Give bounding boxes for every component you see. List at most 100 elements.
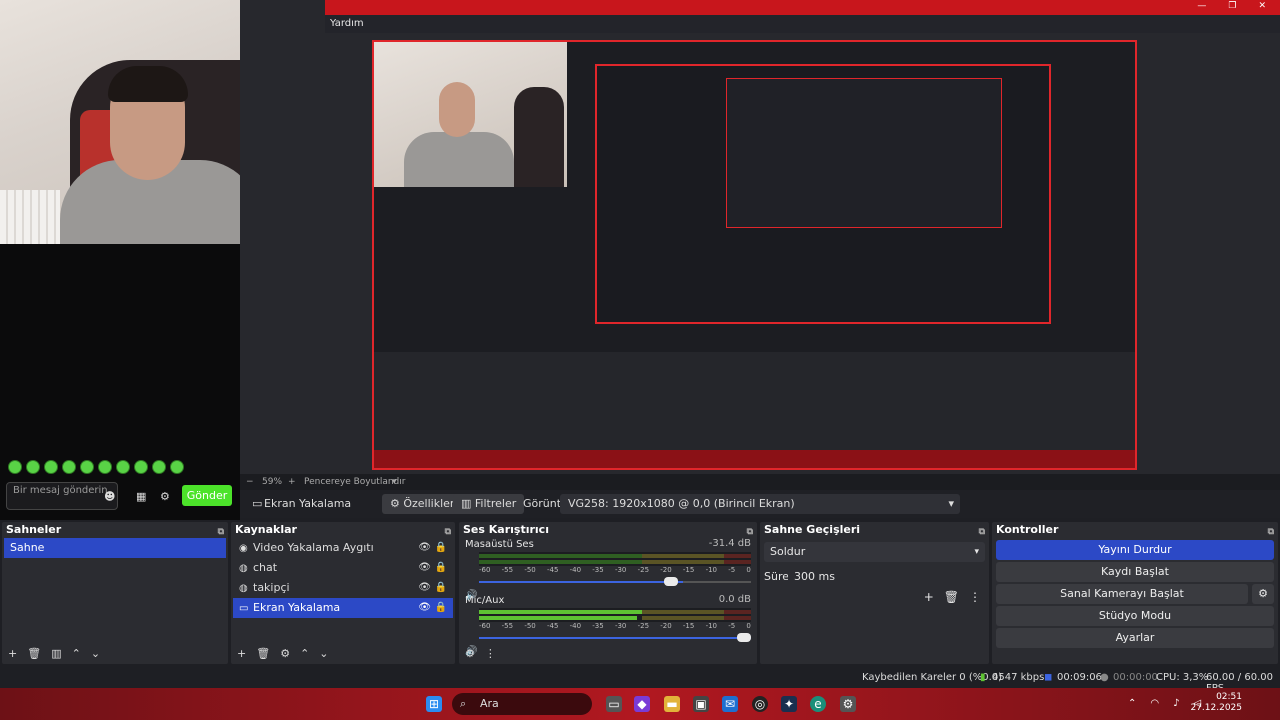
move-up-icon[interactable]: ⌃ — [72, 647, 81, 660]
record-time: 00:00:00 — [1113, 672, 1158, 683]
virtual-camera-settings-icon[interactable]: ⚙ — [1252, 584, 1274, 604]
source-item[interactable]: ◍ chat 👁 🔒 — [233, 558, 453, 578]
gift-icon[interactable]: ▦ — [136, 489, 146, 503]
trash-icon[interactable]: 🗑 — [944, 590, 959, 604]
move-down-icon[interactable]: ⌄ — [91, 647, 100, 660]
gear-icon: ⚙ — [390, 497, 404, 510]
steam-icon[interactable]: ✦ — [781, 696, 797, 712]
duration-label: Süre — [764, 570, 790, 583]
lock-icon[interactable]: 🔒 — [435, 538, 447, 558]
eye-icon[interactable]: 👁 — [418, 598, 431, 618]
add-icon[interactable]: + — [237, 647, 246, 660]
record-icon: ● — [1100, 672, 1109, 683]
undock-icon[interactable]: ⧉ — [979, 524, 985, 540]
menu-help[interactable]: Yardım — [330, 18, 364, 29]
preview-scale-bar: − 59% + Pencereye Boyutlandır ▾ — [240, 474, 1280, 490]
zoom-in-button[interactable]: + — [288, 477, 296, 487]
microphone-icon[interactable]: ♪ — [1173, 698, 1179, 709]
source-item[interactable]: ▭ Ekran Yakalama 👁 🔒 — [233, 598, 453, 618]
chat-overlay-area — [0, 244, 240, 520]
mixer-title: Ses Karıştırıcı — [463, 523, 549, 536]
chevron-up-icon[interactable]: ⌃ — [1128, 698, 1136, 709]
transition-select[interactable]: Soldur ▾ — [764, 542, 985, 562]
settings-gear-icon[interactable]: ⚙ — [840, 696, 856, 712]
close-icon[interactable]: ✕ — [1258, 1, 1266, 11]
search-icon: ⌕ — [460, 697, 467, 710]
bitrate: 4547 kbps — [992, 672, 1045, 683]
add-icon[interactable]: + — [924, 590, 934, 604]
task-view-icon[interactable]: ▭ — [606, 696, 622, 712]
start-virtual-camera-button[interactable]: Sanal Kamerayı Başlat — [996, 584, 1248, 604]
fit-window-label[interactable]: Pencereye Boyutlandır — [304, 477, 405, 487]
chat-message-input[interactable]: Bir mesaj gönderin — [6, 482, 118, 510]
mixer-channel: Masaüstü Ses -31.4 dB -60 -55 -50 -45 -40 -35… — [459, 538, 757, 601]
clock-date: 27.12.2025 — [1190, 703, 1242, 713]
start-recording-button[interactable]: Kaydı Başlat — [996, 562, 1274, 582]
trash-icon[interactable]: 🗑 — [27, 647, 41, 660]
globe-icon: ◍ — [239, 583, 248, 594]
lock-icon[interactable]: 🔒 — [435, 598, 447, 618]
minimize-icon[interactable]: — — [1197, 1, 1206, 11]
zoom-out-button[interactable]: − — [246, 477, 254, 487]
taskbar-clock[interactable]: 02:51 27.12.2025 — [1190, 692, 1242, 714]
selected-source-name: Ekran Yakalama — [264, 497, 352, 510]
mixer-settings-icon[interactable]: ⚙ — [465, 647, 475, 660]
stop-streaming-button[interactable]: Yayını Durdur — [996, 540, 1274, 560]
studio-mode-button[interactable]: Stüdyo Modu — [996, 606, 1274, 626]
volume-slider[interactable] — [479, 632, 751, 644]
volume-slider[interactable] — [479, 576, 751, 588]
eye-icon[interactable]: 👁 — [418, 578, 431, 598]
properties-button[interactable]: ⚙ Özellikler — [382, 494, 463, 514]
outlook-icon[interactable]: ✉ — [722, 696, 738, 712]
kebab-menu-icon[interactable]: ⋮ — [485, 647, 496, 660]
move-down-icon[interactable]: ⌄ — [319, 647, 328, 660]
taskbar-search[interactable]: Ara — [452, 693, 592, 715]
status-bar: Kaybedilen Kareler 0 (%0.0) ▮ 4547 kbps … — [0, 668, 1280, 694]
sources-dock: Kaynaklar ⧉ ◉ Video Yakalama Aygıtı 👁 🔒 ◍ cha… — [231, 522, 455, 664]
store-icon[interactable]: ◆ — [634, 696, 650, 712]
move-up-icon[interactable]: ⌃ — [300, 647, 309, 660]
obs-icon[interactable]: ◎ — [752, 696, 768, 712]
start-icon[interactable]: ⊞ — [426, 696, 442, 712]
scene-transitions-dock: Sahne Geçişleri ⧉ Soldur ▾ Süre 300 ms + 🗑… — [760, 522, 989, 664]
gear-icon[interactable]: ⚙ — [160, 489, 170, 503]
filters-button[interactable]: ▥ Filtreler — [453, 494, 525, 514]
filters-label: Filtreler — [474, 497, 517, 510]
channel-db: 0.0 dB — [718, 594, 751, 605]
eye-icon[interactable]: 👁 — [418, 558, 431, 578]
chevron-down-icon[interactable]: ▾ — [392, 477, 397, 487]
folder-icon[interactable]: ▬ — [664, 696, 680, 712]
kebab-menu-icon[interactable]: ⋮ — [969, 590, 981, 604]
lock-icon[interactable]: 🔒 — [435, 558, 447, 578]
source-item[interactable]: ◉ Video Yakalama Aygıtı 👁 🔒 — [233, 538, 453, 558]
clock-time: 02:51 — [1216, 692, 1242, 702]
restore-icon[interactable]: ❐ — [1228, 1, 1236, 11]
settings-button[interactable]: Ayarlar — [996, 628, 1274, 648]
source-toolbar: ▭ Ekran Yakalama ⚙ Özellikler ▥ Filtrele… — [240, 490, 1280, 518]
scene-item[interactable]: Sahne — [4, 538, 226, 558]
emoji-icon[interactable]: ☻ — [104, 489, 115, 503]
scenes-title: Sahneler — [6, 523, 62, 536]
network-icon[interactable]: ◠ — [1150, 698, 1159, 709]
undock-icon[interactable]: ⧉ — [1268, 524, 1274, 540]
source-item[interactable]: ◍ takipçi 👁 🔒 — [233, 578, 453, 598]
transitions-title: Sahne Geçişleri — [764, 523, 861, 536]
meter-ticks: -60 -55 -50 -45 -40 -35 -30 -25 -20 -15 -10 -5 0 — [479, 566, 751, 574]
search-label: Ara — [480, 697, 499, 710]
chat-send-button[interactable]: Gönder — [182, 485, 232, 506]
duration-input[interactable]: 300 ms — [788, 568, 982, 586]
lock-icon[interactable]: 🔒 — [435, 578, 447, 598]
filter-icon[interactable]: ▥ — [51, 647, 61, 660]
channel-name: Mic/Aux — [465, 595, 505, 606]
gear-icon[interactable]: ⚙ — [280, 647, 290, 660]
app-icon[interactable]: ▣ — [693, 696, 709, 712]
mixer-channel: Mic/Aux 0.0 dB -60 -55 -50 -45 -40 -35 -30 -25-… — [459, 594, 757, 657]
edge-icon[interactable]: e — [810, 696, 826, 712]
display-select[interactable]: VG258: 1920x1080 @ 0,0 (Birincil Ekran) ▾ — [560, 494, 960, 514]
volume-meter — [479, 608, 751, 622]
trash-icon[interactable]: 🗑 — [256, 647, 270, 660]
eye-icon[interactable]: 👁 — [418, 538, 431, 558]
add-icon[interactable]: + — [8, 647, 17, 660]
controls-dock: Kontroller ⧉ Yayını Durdur Kaydı Başlat S… — [992, 522, 1278, 664]
captured-screen — [372, 40, 1137, 470]
